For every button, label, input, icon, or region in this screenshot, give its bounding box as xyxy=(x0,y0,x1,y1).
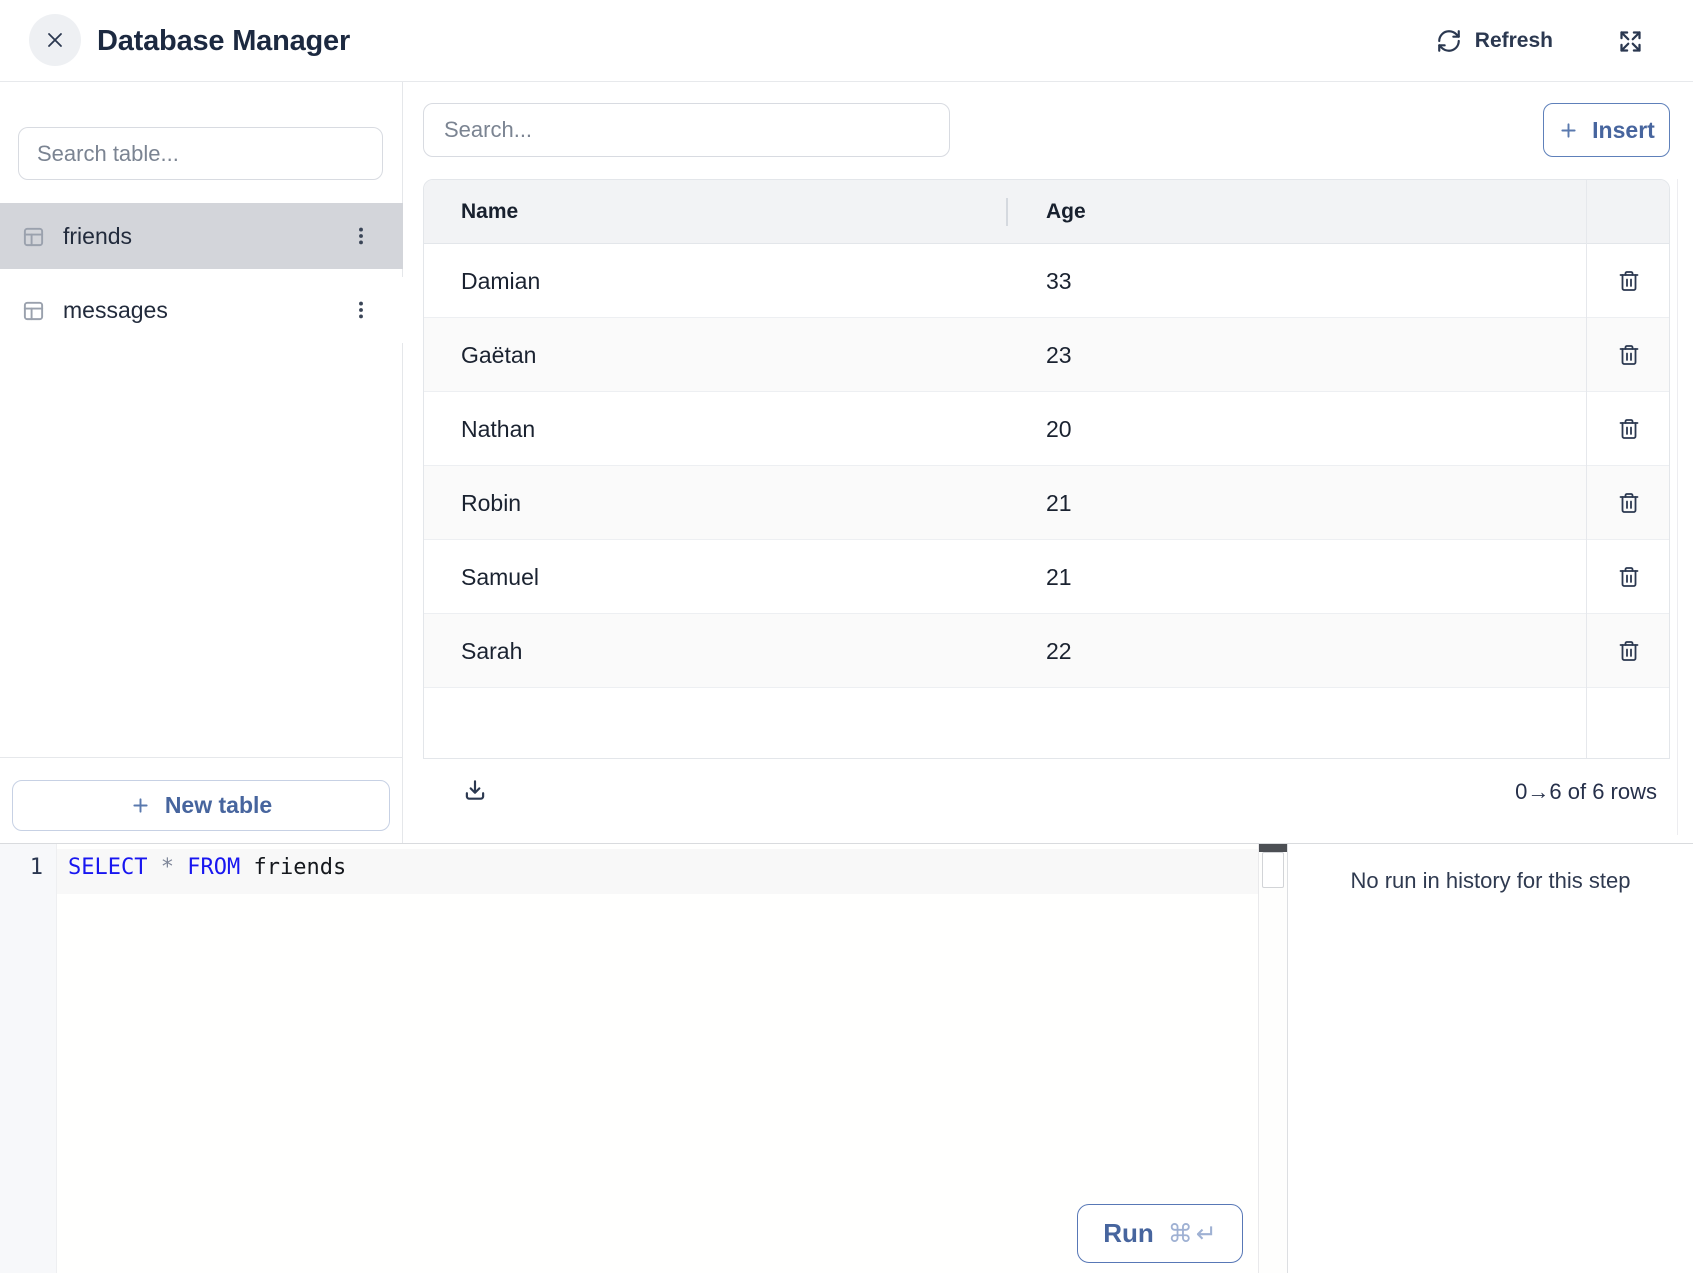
trash-icon xyxy=(1617,343,1641,367)
column-header-name: Name xyxy=(461,180,518,244)
app-header: Database Manager Refresh xyxy=(0,0,1693,82)
refresh-button[interactable]: Refresh xyxy=(1436,28,1553,54)
cell-age: 20 xyxy=(1046,392,1072,466)
results-scrollbar-track[interactable] xyxy=(1677,179,1678,835)
table-row[interactable]: Samuel 21 xyxy=(424,540,1669,614)
table-menu-button[interactable] xyxy=(343,288,379,332)
plus-icon xyxy=(1558,120,1579,141)
trash-icon xyxy=(1617,417,1641,441)
delete-row-button[interactable] xyxy=(1586,540,1670,614)
row-search-input[interactable] xyxy=(423,103,950,157)
cell-age: 22 xyxy=(1046,614,1072,688)
insert-button[interactable]: Insert xyxy=(1543,103,1670,157)
kebab-icon xyxy=(350,225,372,247)
cell-age: 21 xyxy=(1046,540,1072,614)
cell-name: Robin xyxy=(461,466,521,540)
run-button[interactable]: Run ⌘↵ xyxy=(1077,1204,1243,1263)
sql-editor[interactable]: 1 SELECT * FROM friends Run ⌘↵ No run in… xyxy=(0,843,1693,1273)
table-icon xyxy=(22,299,45,322)
database-manager-window: Database Manager Refresh xyxy=(0,0,1693,1273)
plus-icon xyxy=(130,795,151,816)
trash-icon xyxy=(1617,639,1641,663)
refresh-label: Refresh xyxy=(1475,29,1553,53)
sql-keyword: SELECT xyxy=(68,855,147,880)
table-list: friends messages xyxy=(0,203,403,351)
history-panel: No run in history for this step xyxy=(1288,844,1693,1273)
row-count-label: 0→6 of 6 rows xyxy=(1515,779,1657,805)
table-row[interactable]: Robin 21 xyxy=(424,466,1669,540)
cell-name: Sarah xyxy=(461,614,522,688)
sql-keyword: FROM xyxy=(187,855,240,880)
trash-icon xyxy=(1617,565,1641,589)
column-header-age: Age xyxy=(1046,180,1086,244)
table-row[interactable]: Sarah 22 xyxy=(424,614,1669,688)
cell-name: Gaëtan xyxy=(461,318,536,392)
download-icon xyxy=(462,777,488,803)
table-empty-space xyxy=(424,688,1669,759)
editor-gutter: 1 xyxy=(0,844,57,1273)
cell-age: 23 xyxy=(1046,318,1072,392)
delete-row-button[interactable] xyxy=(1586,466,1670,540)
insert-label: Insert xyxy=(1592,117,1655,144)
cell-age: 33 xyxy=(1046,244,1072,318)
results-panel: Insert Name Age Damian 33 Gaëtan 23 xyxy=(403,82,1693,843)
editor-scrollbar-top xyxy=(1259,844,1288,852)
results-table: Name Age Damian 33 Gaëtan 23 Nathan xyxy=(423,179,1670,759)
trash-icon xyxy=(1617,491,1641,515)
cell-name: Samuel xyxy=(461,540,539,614)
table-icon xyxy=(22,225,45,248)
table-row[interactable]: Gaëtan 23 xyxy=(424,318,1669,392)
sidebar-divider xyxy=(0,757,403,758)
table-row[interactable]: Nathan 20 xyxy=(424,392,1669,466)
delete-row-button[interactable] xyxy=(1586,614,1670,688)
table-name-label: messages xyxy=(63,297,168,324)
header-actions: Refresh xyxy=(1436,0,1693,82)
line-number: 1 xyxy=(30,855,43,880)
enter-key-icon: ↵ xyxy=(1196,1219,1217,1249)
sidebar-item-messages[interactable]: messages xyxy=(0,277,403,343)
sql-table-name: friends xyxy=(253,855,346,880)
table-search-input[interactable] xyxy=(18,127,383,180)
actions-column-divider xyxy=(1586,180,1587,758)
table-menu-button[interactable] xyxy=(343,214,379,258)
close-icon xyxy=(43,28,67,52)
download-button[interactable] xyxy=(455,770,495,810)
cell-name: Damian xyxy=(461,244,540,318)
new-table-label: New table xyxy=(165,792,272,819)
new-table-button[interactable]: New table xyxy=(12,780,390,831)
sidebar: friends messages New table xyxy=(0,82,403,843)
kebab-icon xyxy=(350,299,372,321)
sql-star: * xyxy=(161,855,174,880)
sql-code-line[interactable]: SELECT * FROM friends xyxy=(68,855,346,880)
editor-scrollbar-thumb[interactable] xyxy=(1262,852,1284,888)
command-key-icon: ⌘ xyxy=(1168,1219,1193,1249)
table-row[interactable]: Damian 33 xyxy=(424,244,1669,318)
page-title: Database Manager xyxy=(97,0,350,82)
editor-scrollbar-track[interactable] xyxy=(1258,844,1287,1273)
cell-name: Nathan xyxy=(461,392,535,466)
trash-icon xyxy=(1617,269,1641,293)
table-header-row: Name Age xyxy=(424,180,1669,244)
run-label: Run xyxy=(1103,1218,1154,1249)
delete-row-button[interactable] xyxy=(1586,392,1670,466)
table-name-label: friends xyxy=(63,223,132,250)
sidebar-item-friends[interactable]: friends xyxy=(0,203,403,269)
close-button[interactable] xyxy=(29,14,81,66)
delete-row-button[interactable] xyxy=(1586,244,1670,318)
refresh-icon xyxy=(1436,28,1462,54)
fullscreen-icon xyxy=(1617,28,1644,55)
run-shortcut: ⌘↵ xyxy=(1168,1219,1217,1249)
column-resize-handle[interactable] xyxy=(1006,198,1008,226)
fullscreen-button[interactable] xyxy=(1615,26,1645,56)
history-empty-message: No run in history for this step xyxy=(1288,868,1693,894)
delete-row-button[interactable] xyxy=(1586,318,1670,392)
cell-age: 21 xyxy=(1046,466,1072,540)
